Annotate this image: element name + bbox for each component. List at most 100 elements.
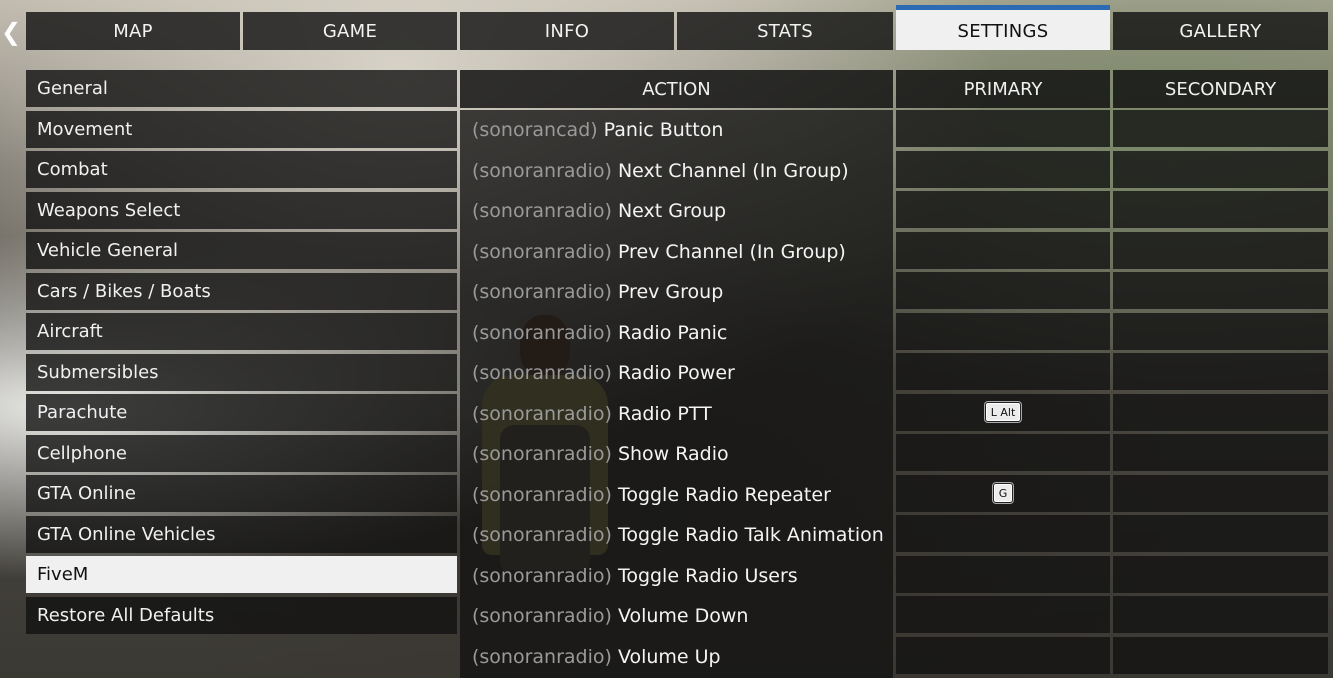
action-resource-prefix: (sonoranradio) (472, 281, 612, 303)
top-tab-bar: MAP GAME INFO STATS SETTINGS GALLERY (26, 5, 1328, 51)
category-item[interactable]: Parachute (26, 394, 457, 431)
action-label: Toggle Radio Talk Animation (617, 524, 884, 546)
action-resource-prefix: (sonorancad) (472, 119, 598, 141)
primary-binding-cell[interactable] (896, 231, 1110, 269)
category-item[interactable]: General (26, 70, 457, 107)
secondary-binding-cell[interactable] (1113, 272, 1328, 309)
action-row[interactable]: (sonoranradio) Toggle Radio Repeater (460, 475, 893, 515)
action-resource-prefix: (sonoranradio) (472, 524, 612, 546)
primary-binding-cell[interactable] (896, 596, 1110, 633)
column-header-action: ACTION (460, 70, 893, 108)
primary-binding-cell[interactable]: L Alt (896, 393, 1110, 431)
action-label: Prev Channel (In Group) (617, 240, 846, 263)
action-label: Panic Button (603, 119, 724, 141)
secondary-binding-cell[interactable] (1113, 150, 1328, 188)
category-item[interactable]: Restore All Defaults (26, 596, 457, 634)
column-header-primary: PRIMARY (896, 70, 1110, 108)
secondary-binding-cell[interactable] (1113, 393, 1328, 431)
action-row[interactable]: (sonoranradio) Toggle Radio Talk Animatio… (460, 515, 893, 555)
action-column: (sonorancad) Panic Button (sonoranradio) Ne… (460, 110, 893, 678)
column-header-secondary: SECONDARY (1113, 70, 1328, 108)
keybinding-table: ACTION PRIMARY SECONDARY (sonorancad) Pan… (460, 70, 1328, 678)
action-row[interactable]: (sonoranradio) Volume Down (460, 596, 893, 636)
action-resource-prefix: (sonoranradio) (472, 443, 612, 465)
primary-binding-cell[interactable] (896, 434, 1110, 471)
action-resource-prefix: (sonoranradio) (472, 321, 612, 344)
category-item[interactable]: Cars / Bikes / Boats (26, 272, 457, 310)
action-label: Prev Group (617, 281, 724, 303)
primary-binding-cell[interactable] (896, 353, 1110, 390)
secondary-binding-cell[interactable] (1113, 353, 1328, 390)
action-resource-prefix: (sonoranradio) (472, 159, 612, 182)
secondary-binding-cell[interactable] (1113, 110, 1328, 147)
primary-binding-cell[interactable] (896, 555, 1110, 593)
action-label: Volume Up (617, 645, 721, 668)
action-row[interactable]: (sonorancad) Panic Button (460, 110, 893, 150)
action-row[interactable]: (sonoranradio) Next Group (460, 191, 893, 231)
action-label: Volume Down (617, 605, 749, 627)
primary-binding-cell[interactable] (896, 636, 1110, 674)
category-item[interactable]: Movement (26, 110, 457, 148)
action-resource-prefix: (sonoranradio) (472, 483, 612, 506)
secondary-binding-cell[interactable] (1113, 191, 1328, 228)
action-row[interactable]: (sonoranradio) Toggle Radio Users (460, 556, 893, 596)
category-item[interactable]: GTA Online Vehicles (26, 515, 457, 553)
action-row[interactable]: (sonoranradio) Radio Power (460, 353, 893, 393)
action-row[interactable]: (sonoranradio) Next Channel (In Group) (460, 151, 893, 191)
action-label: Next Channel (In Group) (617, 159, 849, 182)
secondary-binding-cell[interactable] (1113, 312, 1328, 350)
action-row[interactable]: (sonoranradio) Prev Channel (In Group) (460, 232, 893, 272)
action-label: Radio PTT (617, 402, 712, 425)
action-resource-prefix: (sonoranradio) (472, 362, 612, 384)
keycap: G (992, 483, 1014, 503)
primary-binding-cell[interactable] (896, 515, 1110, 552)
action-row[interactable]: (sonoranradio) Radio Panic (460, 313, 893, 353)
action-label: Radio Power (617, 362, 735, 384)
action-label: Show Radio (617, 443, 729, 465)
primary-binding-cell[interactable] (896, 191, 1110, 228)
action-row[interactable]: (sonoranradio) Volume Up (460, 637, 893, 677)
tab-info[interactable]: INFO (460, 12, 674, 50)
secondary-binding-cell[interactable] (1113, 636, 1328, 674)
action-label: Radio Panic (617, 321, 728, 344)
action-resource-prefix: (sonoranradio) (472, 240, 612, 263)
tab-map[interactable]: MAP (26, 12, 240, 50)
primary-binding-cell[interactable] (896, 272, 1110, 309)
primary-binding-cell[interactable] (896, 150, 1110, 188)
action-row[interactable]: (sonoranradio) Radio PTT (460, 394, 893, 434)
action-label: Toggle Radio Users (617, 564, 798, 587)
action-resource-prefix: (sonoranradio) (472, 645, 612, 668)
category-item[interactable]: GTA Online (26, 475, 457, 512)
category-item[interactable]: Aircraft (26, 313, 457, 350)
primary-binding-cell[interactable] (896, 312, 1110, 350)
category-item[interactable]: Submersibles (26, 353, 457, 391)
secondary-binding-cell[interactable] (1113, 555, 1328, 593)
secondary-binding-cell[interactable] (1113, 515, 1328, 552)
action-label: Next Group (617, 200, 727, 222)
action-row[interactable]: (sonoranradio) Prev Group (460, 272, 893, 312)
category-item[interactable]: Combat (26, 151, 457, 188)
chevron-left-icon[interactable]: ❮ (0, 17, 22, 47)
tab-settings[interactable]: SETTINGS (896, 5, 1110, 50)
primary-binding-cell[interactable]: G (896, 474, 1110, 512)
secondary-binding-cell[interactable] (1113, 231, 1328, 269)
category-item[interactable]: Weapons Select (26, 191, 457, 229)
action-label: Toggle Radio Repeater (617, 483, 831, 506)
action-row[interactable]: (sonoranradio) Show Radio (460, 434, 893, 474)
tab-game[interactable]: GAME (243, 12, 457, 50)
action-resource-prefix: (sonoranradio) (472, 200, 612, 222)
action-resource-prefix: (sonoranradio) (472, 605, 612, 627)
tab-gallery[interactable]: GALLERY (1113, 12, 1328, 50)
category-item[interactable]: FiveM (26, 556, 457, 593)
category-item[interactable]: Vehicle General (26, 232, 457, 269)
secondary-binding-cell[interactable] (1113, 474, 1328, 512)
action-resource-prefix: (sonoranradio) (472, 564, 612, 587)
category-item[interactable]: Cellphone (26, 434, 457, 472)
settings-category-list: General Movement Combat Weapons Select Vehic… (26, 70, 457, 637)
secondary-binding-cell[interactable] (1113, 596, 1328, 633)
secondary-binding-cell[interactable] (1113, 434, 1328, 471)
primary-binding-cell[interactable] (896, 110, 1110, 147)
keycap: L Alt (984, 402, 1022, 422)
tab-stats[interactable]: STATS (677, 12, 893, 50)
action-resource-prefix: (sonoranradio) (472, 402, 612, 425)
